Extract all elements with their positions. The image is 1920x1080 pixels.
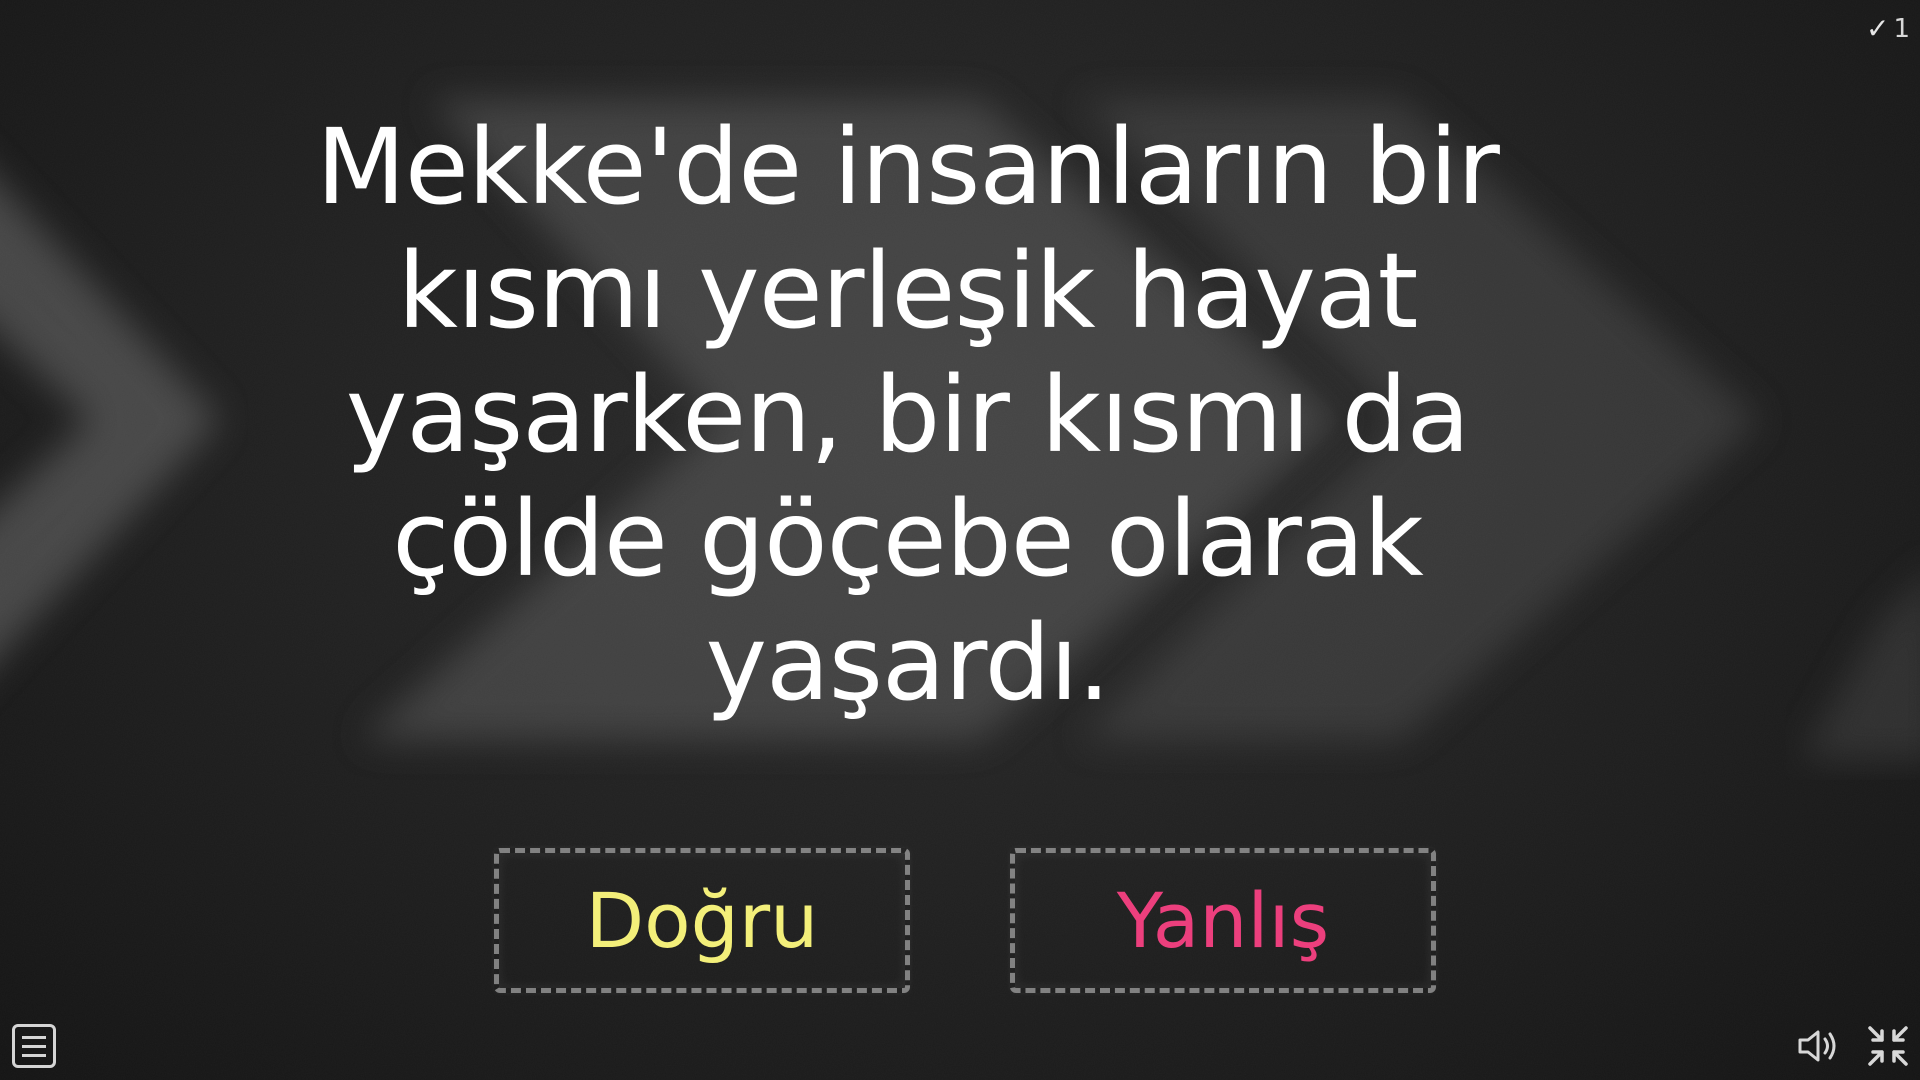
score-counter: ✓ 1 [1866,12,1910,45]
false-answer-button[interactable]: Yanlış [1010,848,1436,993]
true-answer-button[interactable]: Doğru [494,848,910,993]
check-icon: ✓ [1865,12,1890,45]
exit-fullscreen-icon [1868,1026,1908,1066]
exit-fullscreen-button[interactable] [1866,1024,1910,1068]
menu-button[interactable] [12,1024,56,1068]
question-text: Mekke'de insanların bir kısmı yerleşik h… [316,106,1500,724]
sound-button[interactable] [1796,1026,1842,1066]
score-value: 1 [1893,13,1910,44]
menu-icon [22,1035,46,1039]
game-stage: ✓ 1 Mekke'de insanların bir kısmı yerleş… [0,0,1920,1080]
speaker-icon [1798,1030,1836,1062]
